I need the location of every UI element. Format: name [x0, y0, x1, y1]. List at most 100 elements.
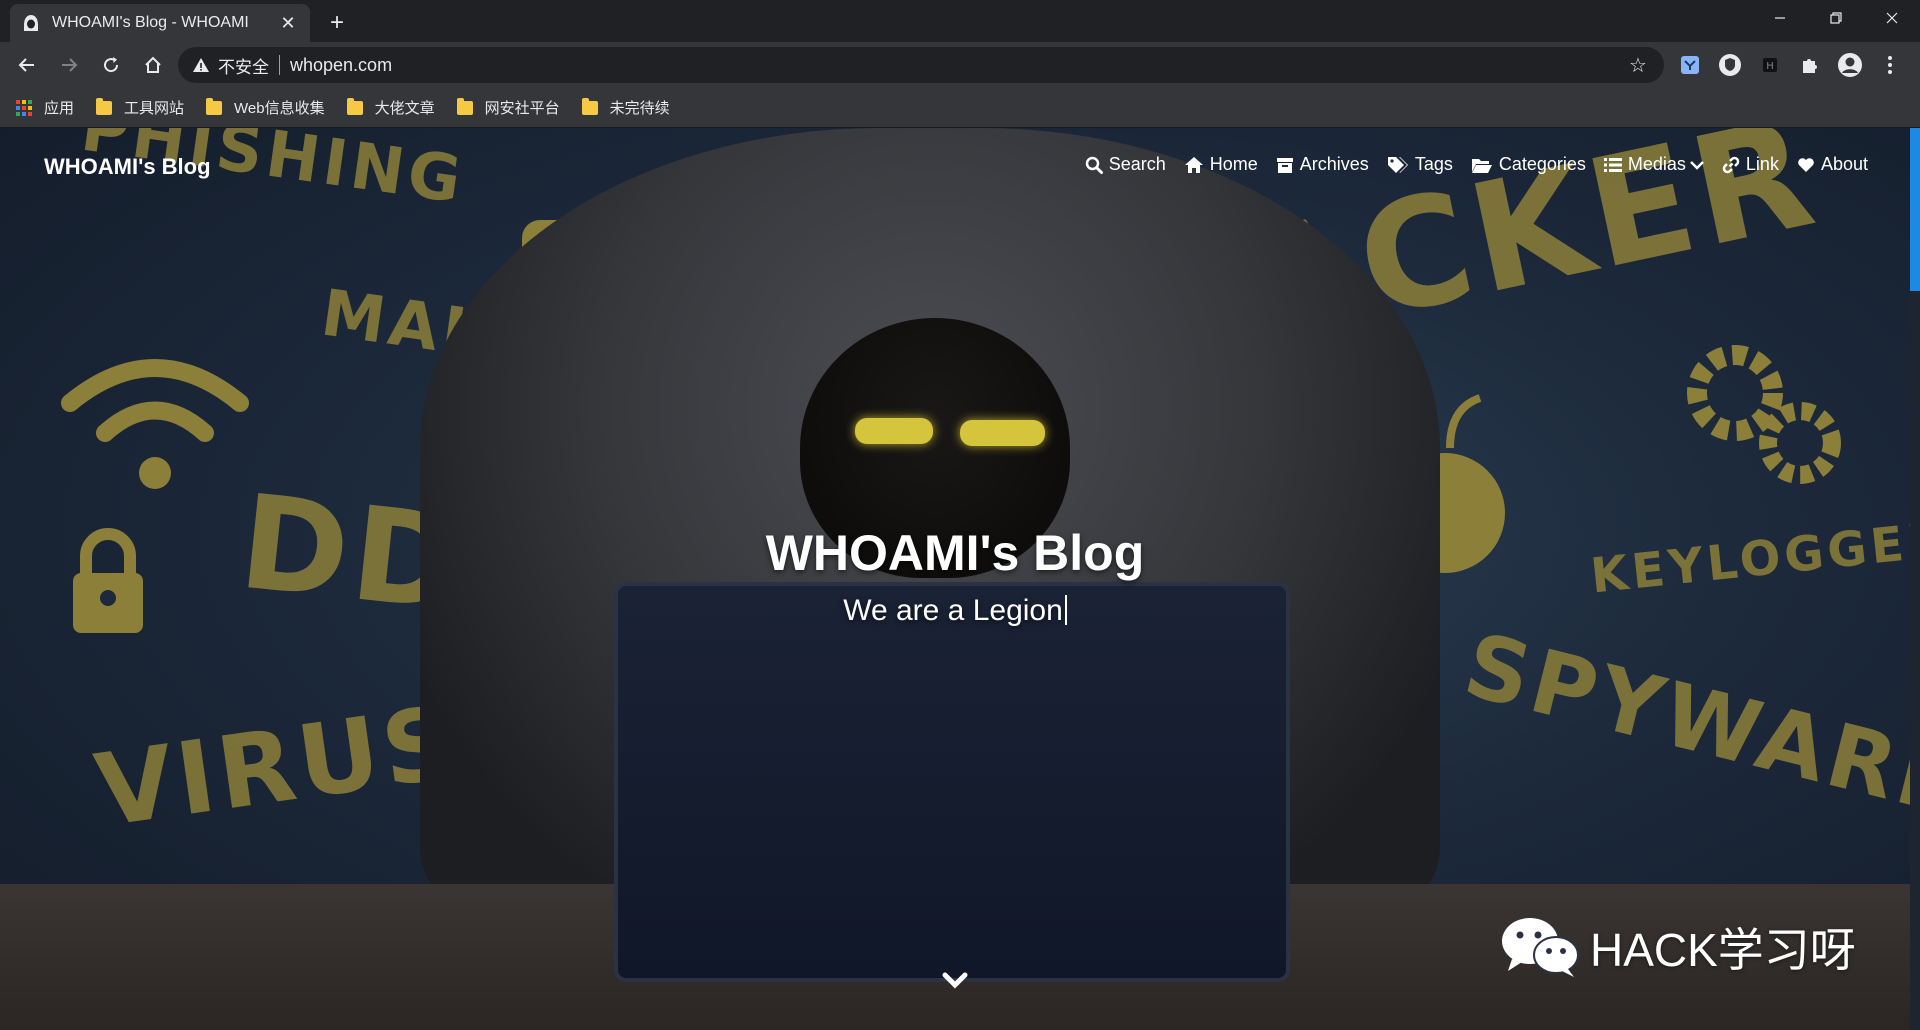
scroll-down-button[interactable]	[940, 972, 970, 996]
nav-label: Search	[1108, 154, 1166, 174]
close-window-button[interactable]	[1864, 0, 1920, 36]
window-controls	[1752, 0, 1920, 36]
bookmark-folder[interactable]: 大佬文章	[346, 97, 435, 118]
nav-tags[interactable]: Tags	[1387, 154, 1453, 175]
reload-icon	[104, 57, 119, 73]
scrollbar-thumb[interactable]	[1910, 128, 1920, 291]
nav-label: About	[1820, 154, 1868, 174]
restore-icon	[1830, 12, 1842, 24]
folder-open-icon	[1471, 158, 1492, 173]
page-viewport: PHISHING MALWARE DDOS VIRUS HACKER KEYLO…	[0, 128, 1920, 1030]
extension-button[interactable]	[1710, 47, 1750, 83]
site-brand[interactable]: WHOAMI's Blog	[44, 154, 211, 180]
extensions-area: H	[1670, 47, 1910, 83]
bookmark-label: 网安社平台	[484, 100, 560, 117]
wechat-icon	[1502, 918, 1579, 977]
tags-icon	[1387, 156, 1408, 173]
hero-subtitle: We are a Legion	[0, 594, 1910, 628]
nav-label: Archives	[1299, 154, 1369, 174]
nav-label: Categories	[1498, 154, 1586, 174]
chevron-down-icon	[942, 972, 968, 989]
nav-home[interactable]: Home	[1184, 154, 1258, 175]
tab-title: WHOAMI's Blog - WHOAMI	[52, 14, 249, 31]
arrow-left-icon	[18, 58, 34, 72]
nav-label: Link	[1745, 154, 1779, 174]
kebab-menu-icon	[1888, 56, 1892, 74]
gears-icon	[1687, 345, 1841, 484]
heart-icon	[1798, 157, 1814, 172]
menu-button[interactable]	[1870, 47, 1910, 83]
hero-subtitle-text: We are a Legion	[843, 594, 1063, 627]
bookmark-label: 工具网站	[124, 100, 185, 117]
avatar-icon	[1838, 53, 1862, 77]
restore-button[interactable]	[1808, 0, 1864, 36]
profile-button[interactable]	[1830, 47, 1870, 83]
home-button[interactable]	[134, 46, 172, 84]
extensions-button[interactable]	[1790, 47, 1830, 83]
nav-link[interactable]: Link	[1722, 154, 1779, 175]
forward-button[interactable]	[50, 46, 88, 84]
folder-icon	[346, 97, 363, 115]
list-icon	[1603, 157, 1622, 172]
extension-button[interactable]	[1670, 47, 1710, 83]
tab-strip: WHOAMI's Blog - WHOAMI ✕ +	[0, 0, 1920, 42]
bookmark-label: Web信息收集	[234, 100, 325, 117]
nav-label: Tags	[1414, 154, 1453, 174]
bookmark-folder[interactable]: 工具网站	[96, 97, 184, 118]
folder-icon	[96, 97, 113, 115]
bookmark-folder[interactable]: 未完待续	[581, 97, 670, 118]
bookmark-star-icon[interactable]: ☆	[1626, 53, 1650, 77]
wall-word: VIRUS	[88, 683, 467, 850]
warning-icon[interactable]	[192, 56, 210, 74]
insecure-label[interactable]: 不安全	[218, 53, 269, 78]
back-button[interactable]	[8, 46, 46, 84]
nav-archives[interactable]: Archives	[1276, 154, 1369, 175]
nav-label: Home	[1209, 154, 1258, 174]
watermark: HACK学习呀	[1500, 914, 1856, 980]
bookmark-folder[interactable]: Web信息收集	[206, 97, 325, 118]
search-icon	[1085, 156, 1103, 174]
nav-categories[interactable]: Categories	[1471, 154, 1586, 175]
url-text[interactable]: whopen.com	[290, 55, 1626, 76]
puzzle-icon	[1803, 59, 1817, 73]
typing-caret	[1064, 595, 1067, 625]
extension-translate-icon	[1681, 56, 1699, 74]
extension-hacker-icon: H	[1763, 58, 1777, 72]
chevron-down-icon	[1690, 160, 1704, 170]
new-tab-button[interactable]: +	[322, 8, 352, 38]
browser-toolbar: 不安全 whopen.com ☆ H	[0, 42, 1920, 88]
wifi-icon	[61, 359, 249, 489]
browser-tab[interactable]: WHOAMI's Blog - WHOAMI ✕	[10, 4, 310, 42]
hero-title: WHOAMI's Blog	[765, 525, 1145, 581]
extension-shield-icon	[1719, 54, 1741, 76]
home-icon	[1184, 156, 1203, 173]
site-nav: Search Home Archives Tags Categories Med…	[1067, 154, 1868, 175]
goggle-right	[960, 420, 1045, 446]
bookmark-apps[interactable]: 应用	[16, 97, 74, 118]
hacker-favicon-icon	[24, 15, 38, 31]
goggle-left	[855, 418, 933, 444]
scrollbar-track[interactable]	[1910, 128, 1920, 1030]
extension-button[interactable]: H	[1750, 47, 1790, 83]
watermark-text: HACK学习呀	[1590, 924, 1856, 976]
bookmarks-bar: 应用 工具网站 Web信息收集 大佬文章 网安社平台 未完待续	[0, 88, 1920, 128]
address-bar[interactable]: 不安全 whopen.com ☆	[178, 47, 1664, 83]
svg-text:H: H	[1766, 61, 1774, 72]
nav-search[interactable]: Search	[1085, 154, 1166, 175]
nav-medias[interactable]: Medias	[1603, 154, 1704, 175]
home-icon	[145, 56, 161, 73]
bookmark-folder[interactable]: 网安社平台	[456, 97, 560, 118]
minimize-button[interactable]	[1752, 0, 1808, 36]
bookmark-label: 应用	[44, 100, 75, 117]
tab-close-icon[interactable]: ✕	[278, 13, 298, 33]
bookmark-label: 大佬文章	[374, 100, 435, 117]
close-icon	[1886, 12, 1898, 24]
reload-button[interactable]	[92, 46, 130, 84]
minimize-icon	[1775, 17, 1785, 19]
nav-label: Medias	[1627, 154, 1686, 174]
bookmark-label: 未完待续	[609, 100, 670, 117]
nav-about[interactable]: About	[1797, 154, 1868, 175]
wall-word: SPYWARE	[1455, 612, 1920, 837]
apps-grid-icon	[16, 99, 32, 116]
link-icon	[1722, 156, 1740, 173]
